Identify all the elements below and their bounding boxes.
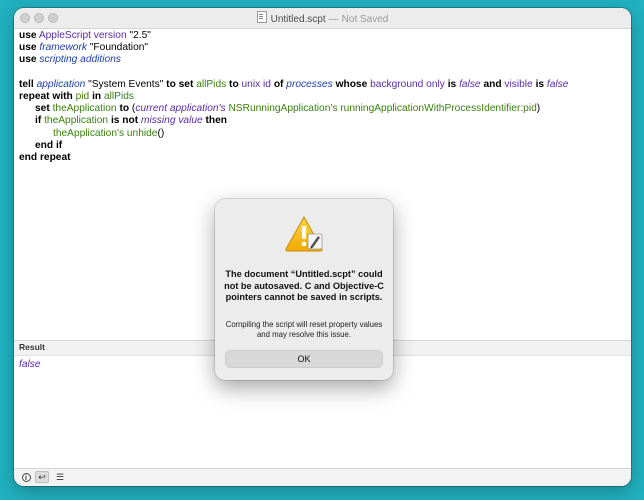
keyword: is (447, 78, 457, 90)
variable: theApplication (52, 103, 117, 115)
variable: allPids (196, 78, 227, 90)
keyword: in (92, 90, 102, 102)
code-line-9: theApplication's unhide() (19, 128, 626, 140)
keyword: to (119, 103, 130, 115)
result-view-button[interactable]: ↩ (35, 471, 49, 483)
keyword: end repeat (19, 151, 71, 163)
save-status: Not Saved (341, 14, 389, 25)
term: scripting additions (39, 54, 121, 66)
log-view-button[interactable]: ☰ (53, 471, 67, 483)
keyword: use (19, 30, 37, 41)
variable: theApplication (44, 115, 109, 127)
code-line-5: tell application "System Events" to set … (19, 79, 626, 91)
term: processes (286, 78, 333, 90)
keyword: repeat with (19, 90, 73, 102)
code-line-2: use framework "Foundation" (19, 42, 626, 54)
window-title: Untitled.scpt — Not Saved (14, 11, 631, 25)
alert-message: The document “Untitled.scpt” could not b… (224, 269, 384, 302)
result-label: Result (19, 342, 45, 352)
keyword: of (273, 78, 284, 90)
property: visible (504, 78, 533, 90)
constant: missing value (140, 115, 203, 127)
handler-call: NSRunningApplication's runningApplicatio… (228, 103, 524, 115)
keyword: whose (335, 78, 368, 90)
result-value: false (19, 359, 41, 370)
property: unix id (241, 78, 271, 90)
app-term: AppleScript version (38, 30, 127, 41)
keyword: use (19, 42, 37, 54)
keyword: to (229, 78, 239, 90)
alert-informative-text: Compiling the script will reset property… (225, 320, 383, 339)
keyword: is (535, 78, 545, 90)
reply-icon: ↩ (38, 471, 46, 482)
code-line-1: use AppleScript version "2.5" (19, 30, 626, 42)
keyword: is not (110, 115, 139, 127)
handler-call: theApplication's unhide (53, 127, 158, 139)
keyword: and (483, 78, 502, 90)
constant: false (546, 78, 569, 90)
term: framework (39, 42, 87, 54)
keyword: set (35, 103, 50, 115)
variable: allPids (103, 90, 134, 102)
caution-script-icon (285, 215, 323, 252)
code-line-8: if theApplication is not missing value t… (19, 115, 626, 127)
info-button[interactable]: i (19, 471, 33, 483)
info-icon: i (21, 472, 31, 482)
script-document-icon (256, 11, 267, 23)
ok-button[interactable]: OK (225, 350, 383, 368)
code-line-4-empty (19, 67, 626, 79)
string-literal: "System Events" (88, 78, 164, 90)
code-line-3: use scripting additions (19, 54, 626, 66)
list-icon: ☰ (55, 471, 65, 482)
code-line-7: set theApplication to (current applicati… (19, 103, 626, 115)
constant: false (459, 78, 481, 90)
paren: ) (536, 103, 541, 115)
keyword: to set (166, 78, 194, 90)
keyword: end if (35, 139, 63, 151)
title-separator: — (328, 14, 339, 25)
string-literal: "2.5" (129, 30, 151, 41)
term: current application's (135, 103, 226, 115)
keyword: if (35, 115, 42, 127)
code-line-6: repeat with pid in allPids (19, 91, 626, 103)
term: application (36, 78, 86, 90)
keyword: tell (19, 78, 34, 90)
string-literal: "Foundation" (89, 42, 149, 54)
property: background only (370, 78, 445, 90)
variable: pid (75, 90, 90, 102)
title-bar: Untitled.scpt — Not Saved (14, 8, 631, 29)
bottom-toolbar: i ↩ ☰ (14, 468, 631, 486)
variable: pid (523, 103, 537, 115)
keyword: then (205, 115, 228, 127)
document-name: Untitled.scpt (270, 14, 326, 25)
paren: () (157, 127, 165, 139)
code-line-11: end repeat (19, 152, 626, 164)
keyword: use (19, 54, 37, 66)
autosave-alert-dialog: The document “Untitled.scpt” could not b… (215, 199, 393, 380)
code-line-10: end if (19, 140, 626, 152)
